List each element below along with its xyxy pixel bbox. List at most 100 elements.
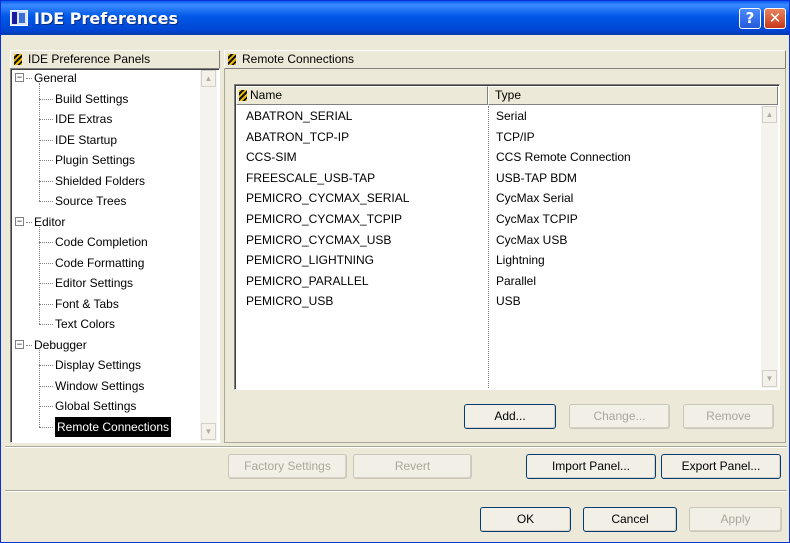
column-header-type-label: Type — [495, 88, 522, 102]
list-scroll-down-button[interactable]: ▼ — [762, 370, 777, 387]
tree-connector — [39, 160, 53, 161]
list-scrollbar[interactable]: ▲ ▼ — [761, 106, 778, 388]
tree-connector — [39, 139, 53, 141]
connection-name: PEMICRO_CYCMAX_USB — [246, 232, 392, 247]
column-header-name[interactable]: Name — [236, 86, 488, 105]
tree-item-text-colors[interactable]: Text Colors — [55, 314, 115, 334]
connection-type: USB — [496, 294, 521, 309]
factory-settings-button[interactable]: Factory Settings — [228, 454, 347, 479]
tree-connector — [39, 385, 53, 387]
list-item[interactable]: PEMICRO_LIGHTNING Lightning — [236, 250, 758, 270]
connection-type: CycMax Serial — [496, 191, 574, 206]
tree-connector — [39, 426, 53, 428]
panel-header-icon — [14, 54, 22, 65]
tree-connector — [39, 180, 53, 182]
list-item[interactable]: FREESCALE_USB-TAP USB-TAP BDM — [236, 168, 758, 188]
tree-item-ide-extras[interactable]: IDE Extras — [55, 109, 112, 129]
tree-item-ide-startup[interactable]: IDE Startup — [55, 130, 117, 150]
connection-name: ABATRON_SERIAL — [246, 109, 353, 123]
tree-connector — [39, 324, 53, 325]
list-item[interactable]: PEMICRO_CYCMAX_SERIAL CycMax Serial — [236, 188, 758, 208]
tree-connector — [39, 406, 53, 407]
tree-expander-icon[interactable]: − — [15, 73, 24, 82]
tree-item-remote-connections[interactable]: Remote Connections — [55, 416, 172, 437]
tree-connector — [39, 349, 40, 427]
window-title: IDE Preferences — [34, 9, 179, 28]
connection-type: CycMax TCPIP — [496, 212, 578, 226]
connection-type: Parallel — [496, 273, 537, 288]
preference-panels-header: IDE Preference Panels — [10, 50, 220, 69]
tree-group-general[interactable]: General — [34, 68, 77, 88]
remove-button[interactable]: Remove — [683, 404, 774, 429]
ok-button[interactable]: OK — [480, 507, 571, 532]
column-header-icon — [239, 90, 247, 101]
tree-item-source-trees[interactable]: Source Trees — [55, 191, 126, 211]
tree-group-debugger[interactable]: Debugger — [34, 335, 87, 355]
tree-connector — [39, 242, 53, 243]
add-button[interactable]: Add... — [464, 404, 556, 429]
list-item[interactable]: PEMICRO_CYCMAX_USB CycMax USB — [236, 230, 758, 250]
help-button[interactable]: ? — [739, 8, 761, 29]
revert-button[interactable]: Revert — [353, 454, 472, 479]
tree-item-font-tabs[interactable]: Font & Tabs — [55, 294, 119, 314]
remote-connections-header-label: Remote Connections — [242, 52, 355, 66]
tree-connector — [39, 262, 53, 264]
tree-item-code-formatting[interactable]: Code Formatting — [55, 253, 144, 273]
tree-connector — [39, 365, 53, 366]
list-item[interactable]: ABATRON_SERIAL Serial — [236, 106, 758, 126]
panel-header-icon — [228, 54, 236, 65]
list-item[interactable]: PEMICRO_PARALLEL Parallel — [236, 271, 758, 291]
list-item[interactable]: ABATRON_TCP-IP TCP/IP — [236, 127, 758, 147]
connection-name: PEMICRO_LIGHTNING — [246, 253, 375, 268]
tree-connector — [39, 83, 40, 201]
connection-type: Lightning — [496, 253, 545, 268]
list-item[interactable]: PEMICRO_USB USB — [236, 291, 758, 311]
list-scroll-up-button[interactable]: ▲ — [762, 106, 777, 123]
tree-connector — [39, 201, 53, 202]
tree-item-display-settings[interactable]: Display Settings — [55, 355, 141, 375]
apply-button[interactable]: Apply — [689, 507, 782, 532]
connection-name: PEMICRO_CYCMAX_SERIAL — [246, 191, 410, 206]
tree-scroll-up-button[interactable]: ▲ — [201, 70, 216, 87]
tree-connector — [39, 226, 40, 324]
cancel-button[interactable]: Cancel — [583, 507, 677, 532]
change-button[interactable]: Change... — [569, 404, 670, 429]
list-item[interactable]: PEMICRO_CYCMAX_TCPIP CycMax TCPIP — [236, 209, 758, 229]
connection-name: PEMICRO_PARALLEL — [246, 273, 369, 288]
connection-name: FREESCALE_USB-TAP — [246, 170, 376, 185]
remote-connections-header: Remote Connections — [224, 50, 786, 69]
tree-item-build-settings[interactable]: Build Settings — [55, 89, 128, 109]
import-panel-button[interactable]: Import Panel... — [526, 454, 656, 479]
title-bar[interactable]: IDE Preferences ? ✕ — [1, 1, 789, 35]
tree-scroll-down-button[interactable]: ▼ — [201, 423, 216, 440]
tree-connector — [26, 221, 32, 223]
preference-panels-header-label: IDE Preference Panels — [28, 52, 151, 66]
tree-item-global-settings[interactable]: Global Settings — [55, 396, 136, 416]
connection-type: TCP/IP — [496, 129, 535, 144]
tree-connector — [39, 98, 53, 100]
tree-item-editor-settings[interactable]: Editor Settings — [55, 273, 133, 293]
connection-name: PEMICRO_CYCMAX_TCPIP — [246, 212, 403, 226]
connection-type: USB-TAP BDM — [496, 170, 577, 185]
tree-item-shielded-folders[interactable]: Shielded Folders — [55, 171, 145, 191]
column-header-name-label: Name — [250, 88, 283, 102]
tree-scrollbar[interactable]: ▲ ▼ — [200, 70, 217, 441]
export-panel-button[interactable]: Export Panel... — [661, 454, 781, 479]
tree-connector — [39, 119, 53, 120]
connection-type: Serial — [496, 109, 527, 123]
list-item[interactable]: CCS-SIM CCS Remote Connection — [236, 147, 758, 167]
tree-connector — [26, 344, 32, 346]
connection-name: ABATRON_TCP-IP — [246, 129, 350, 144]
tree-connector — [39, 283, 53, 284]
tree-item-window-settings[interactable]: Window Settings — [55, 376, 144, 396]
tree-item-plugin-settings[interactable]: Plugin Settings — [55, 150, 135, 170]
tree-expander-icon[interactable]: − — [15, 339, 24, 349]
tree-item-code-completion[interactable]: Code Completion — [55, 232, 148, 252]
connection-type: CycMax USB — [496, 232, 568, 247]
tree-expander-icon[interactable]: − — [15, 216, 24, 226]
column-header-type[interactable]: Type — [488, 86, 778, 105]
tree-connector — [39, 303, 53, 305]
close-button[interactable]: ✕ — [764, 8, 786, 29]
connection-type: CCS Remote Connection — [496, 150, 631, 165]
connection-name: CCS-SIM — [246, 150, 297, 165]
